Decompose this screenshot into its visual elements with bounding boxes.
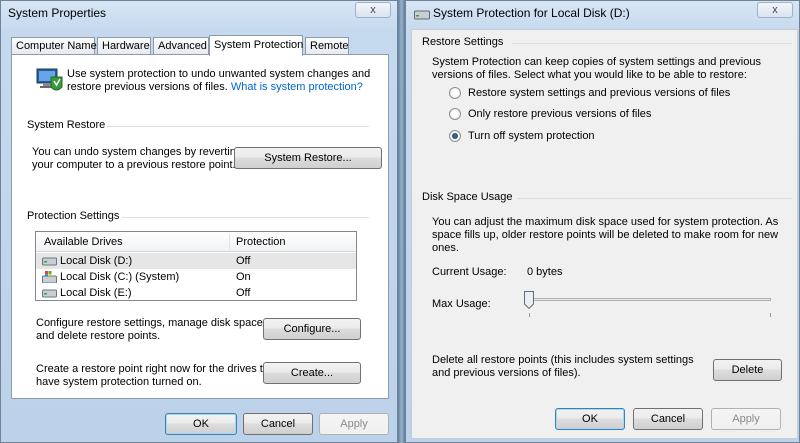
disk-space-usage-group-label: Disk Space Usage [422, 191, 517, 203]
apply-button[interactable]: Apply [319, 413, 389, 435]
column-divider [229, 234, 230, 250]
create-button[interactable]: Create... [263, 362, 361, 384]
column-header-available-drives[interactable]: Available Drives [44, 236, 123, 248]
radio-only-previous-versions[interactable] [449, 108, 461, 120]
protection-settings-group-label: Protection Settings [27, 210, 124, 222]
restore-line-1: You can undo system changes by reverting [32, 146, 242, 158]
create-description: Create a restore point right now for the… [36, 363, 278, 389]
system-restore-button[interactable]: System Restore... [234, 147, 382, 169]
configure-button[interactable]: Configure... [263, 318, 361, 340]
delete-button[interactable]: Delete [713, 359, 782, 381]
create-line-2: have system protection turned on. [36, 376, 202, 388]
disk-line-3: ones. [432, 242, 459, 254]
window-title: System Protection for Local Disk (D:) [433, 6, 630, 20]
drive-protection-status: On [236, 271, 251, 283]
system-protection-icon [36, 68, 63, 91]
drive-row[interactable]: Local Disk (E:) Off [36, 285, 356, 301]
configure-line-2: and delete restore points. [36, 330, 161, 342]
tab-advanced[interactable]: Advanced [153, 37, 209, 55]
window-gap [398, 0, 405, 443]
create-line-1: Create a restore point right now for the… [36, 363, 279, 375]
system-restore-description: You can undo system changes by reverting… [32, 146, 242, 172]
radio-turn-off-protection[interactable] [449, 130, 461, 142]
restore-line-2: your computer to a previous restore poin… [32, 159, 236, 171]
intro-line-1: Use system protection to undo unwanted s… [67, 68, 371, 80]
tab-remote[interactable]: Remote [305, 37, 349, 55]
option-only-previous-versions-label[interactable]: Only restore previous versions of files [468, 108, 651, 121]
drive-protection-status: Off [236, 287, 251, 299]
system-properties-window: System Properties x Computer Name Hardwa… [0, 0, 398, 443]
cancel-button[interactable]: Cancel [243, 413, 313, 435]
available-drives-list[interactable]: Available Drives Protection Local Disk (… [35, 231, 357, 301]
system-restore-group: System Restore [27, 119, 369, 133]
disk-line-2: space fills up, older restore points wil… [432, 229, 779, 241]
restore-settings-group: Restore Settings [422, 36, 792, 50]
disk-line-1: You can adjust the maximum disk space us… [432, 216, 779, 228]
close-icon: x [772, 4, 778, 16]
group-divider [517, 198, 792, 199]
drive-name: Local Disk (E:) [60, 287, 132, 299]
column-header-protection[interactable]: Protection [236, 236, 286, 248]
restore-settings-line-2: versions of files. Select what you would… [432, 69, 747, 81]
delete-line-1: Delete all restore points (this includes… [432, 354, 694, 366]
tab-system-protection[interactable]: System Protection [209, 35, 303, 56]
current-usage-value: 0 bytes [527, 266, 563, 278]
group-divider [122, 217, 369, 218]
configure-line-1: Configure restore settings, manage disk … [36, 317, 266, 329]
group-divider [512, 43, 792, 44]
window-title: System Properties [8, 6, 107, 20]
ok-button[interactable]: OK [165, 413, 237, 435]
hard-drive-icon [42, 257, 57, 266]
system-restore-group-label: System Restore [27, 119, 110, 131]
configure-description: Configure restore settings, manage disk … [36, 317, 266, 343]
intro-text: Use system protection to undo unwanted s… [67, 68, 377, 94]
tab-panel: Use system protection to undo unwanted s… [11, 54, 389, 399]
max-usage-slider-track[interactable] [528, 298, 771, 301]
group-divider [107, 126, 369, 127]
system-protection-dialog: System Protection for Local Disk (D:) x … [405, 0, 800, 443]
restore-settings-description: System Protection can keep copies of sys… [432, 56, 761, 82]
hard-drive-icon [42, 289, 57, 298]
disk-space-description: You can adjust the maximum disk space us… [432, 216, 778, 255]
tab-computer-name[interactable]: Computer Name [11, 37, 97, 55]
title-bar[interactable]: System Properties x [1, 1, 397, 27]
drives-list-header: Available Drives Protection [36, 232, 356, 252]
max-usage-label: Max Usage: [432, 298, 491, 310]
drive-protection-status: Off [236, 255, 251, 267]
drive-row[interactable]: Local Disk (C:) (System) On [36, 269, 356, 285]
drive-row[interactable]: Local Disk (D:) Off [36, 253, 356, 269]
cancel-button[interactable]: Cancel [633, 408, 703, 430]
protection-settings-group: Protection Settings [27, 210, 369, 224]
restore-settings-group-label: Restore Settings [422, 36, 508, 48]
close-icon: x [370, 4, 376, 16]
option-turn-off-protection-label[interactable]: Turn off system protection [468, 130, 595, 143]
delete-description: Delete all restore points (this includes… [432, 354, 694, 380]
drive-name: Local Disk (D:) [60, 255, 133, 267]
title-bar[interactable]: System Protection for Local Disk (D:) x [406, 1, 799, 27]
max-usage-slider-thumb[interactable] [524, 291, 534, 309]
intro-line-2: restore previous versions of files. [67, 81, 228, 93]
radio-restore-settings-and-files[interactable] [449, 87, 461, 99]
apply-button[interactable]: Apply [711, 408, 781, 430]
tab-hardware[interactable]: Hardware [97, 37, 151, 55]
drive-settings-icon [414, 10, 430, 20]
ok-button[interactable]: OK [555, 408, 625, 430]
close-button[interactable]: x [355, 2, 391, 18]
slider-tick [770, 313, 771, 317]
what-is-system-protection-link[interactable]: What is system protection? [231, 81, 363, 93]
close-button[interactable]: x [757, 2, 793, 18]
option-restore-settings-and-files-label[interactable]: Restore system settings and previous ver… [468, 87, 730, 100]
slider-tick [529, 313, 530, 317]
system-drive-icon [42, 271, 57, 283]
disk-space-usage-group: Disk Space Usage [422, 191, 792, 205]
restore-settings-line-1: System Protection can keep copies of sys… [432, 56, 761, 68]
delete-line-2: and previous versions of files). [432, 367, 581, 379]
current-usage-label: Current Usage: [432, 266, 507, 278]
drive-name: Local Disk (C:) (System) [60, 271, 180, 283]
